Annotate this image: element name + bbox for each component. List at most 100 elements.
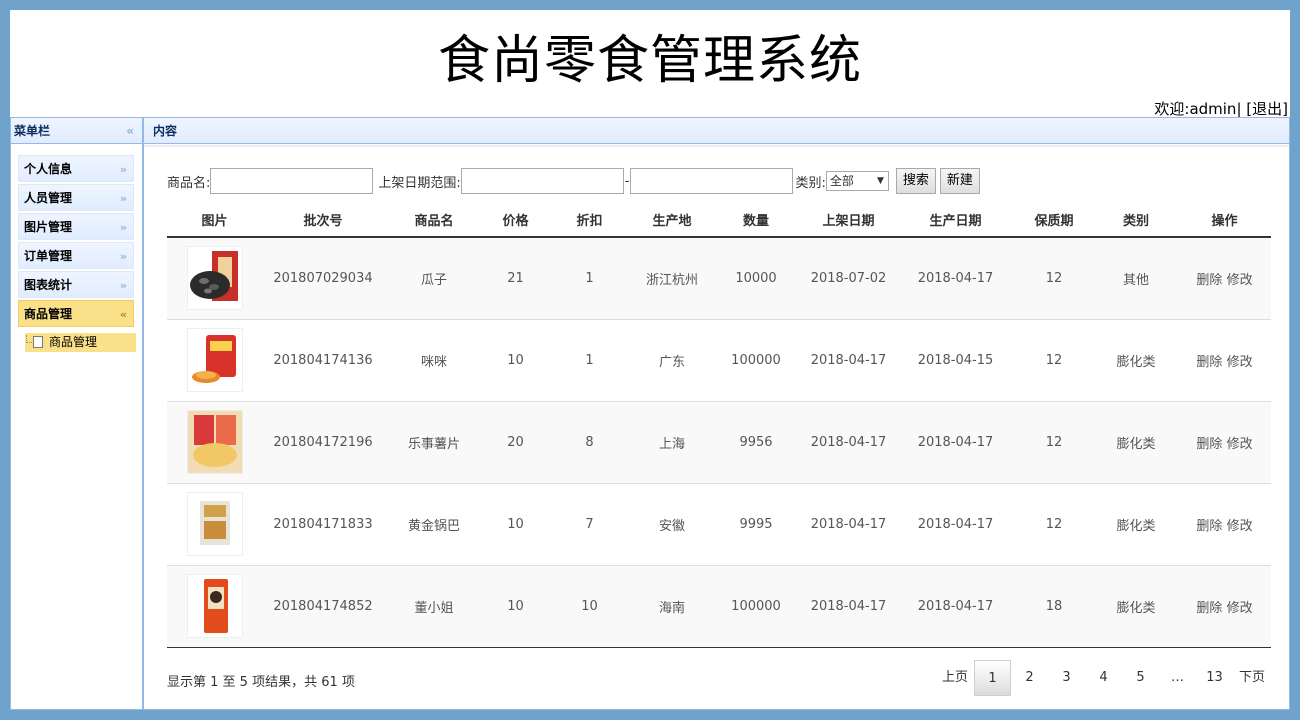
delete-link[interactable]: 删除 <box>1196 437 1222 452</box>
content-header: 内容 <box>144 118 1289 144</box>
delete-link[interactable]: 删除 <box>1196 273 1222 288</box>
category-cell: 膨化类 <box>1094 318 1178 401</box>
next-page-button[interactable]: 下页 <box>1233 660 1271 696</box>
sidebar-item-label: 商品管理 <box>24 307 73 321</box>
chevron-down-icon: » <box>119 221 127 234</box>
table-row: 201804174852 董小姐 10 10 海南 100000 2018-04-17 201… <box>167 564 1271 648</box>
price-cell: 20 <box>484 400 547 483</box>
header: 食尚零食管理系统 欢迎:admin| [退出] <box>10 10 1290 118</box>
sidebar-subitem-label: 商品管理 <box>49 335 98 349</box>
category-select[interactable]: 全部 ▼ <box>825 171 889 191</box>
table-header-row: 图片 批次号 商品名 价格 折扣 生产地 数量 上架日期 生产日期 保质期 类别… <box>167 203 1271 238</box>
quantity-cell: 100000 <box>712 318 800 401</box>
category-cell: 膨化类 <box>1094 482 1178 565</box>
lays-chips-image <box>186 410 243 474</box>
app-title: 食尚零食管理系统 <box>437 31 862 91</box>
sidebar-item-images[interactable]: 图片管理 » <box>18 213 134 240</box>
product-name-cell: 瓜子 <box>384 236 484 319</box>
batch-cell: 201804172196 <box>262 400 384 483</box>
edit-link[interactable]: 修改 <box>1227 273 1253 288</box>
column-header: 数量 <box>712 203 800 238</box>
sidebar-item-label: 订单管理 <box>24 249 73 263</box>
sidebar-item-charts[interactable]: 图表统计 » <box>18 271 134 298</box>
image-cell <box>167 236 262 319</box>
delete-link[interactable]: 删除 <box>1196 355 1222 370</box>
page-button[interactable]: 2 <box>1011 660 1048 696</box>
sidebar-title: 菜单栏 <box>14 124 51 138</box>
content-body: 商品名: 上架日期范围: - 类别: 全部 ▼ 搜索 新建 图片 批次号 商品名 … <box>144 145 1289 709</box>
category-cell: 膨化类 <box>1094 400 1178 483</box>
batch-cell: 201804174852 <box>262 564 384 648</box>
sidebar-item-profile[interactable]: 个人信息 » <box>18 155 134 182</box>
edit-link[interactable]: 修改 <box>1227 519 1253 534</box>
page-button[interactable]: 4 <box>1085 660 1122 696</box>
listed-date-cell: 2018-04-17 <box>800 482 897 565</box>
edit-link[interactable]: 修改 <box>1227 601 1253 616</box>
listed-date-cell: 2018-04-17 <box>800 400 897 483</box>
dong-xiaojie-image <box>186 574 243 638</box>
tree-line-icon <box>26 335 32 343</box>
logout-link[interactable]: [退出] <box>1246 100 1288 118</box>
sidebar-item-products[interactable]: 商品管理 « <box>18 300 134 327</box>
pagination: 上页 1 2 3 4 5 … 13 下页 <box>936 660 1271 696</box>
quantity-cell: 9956 <box>712 400 800 483</box>
product-name-cell: 乐事薯片 <box>384 400 484 483</box>
page-button[interactable]: 1 <box>973 660 1011 696</box>
page-button[interactable]: 3 <box>1048 660 1085 696</box>
image-cell <box>167 400 262 483</box>
app-frame: 食尚零食管理系统 欢迎:admin| [退出] 菜单栏 « 个人信息 » 人员管理… <box>10 10 1290 710</box>
content-title: 内容 <box>153 124 178 138</box>
chevron-down-icon: » <box>119 192 127 205</box>
product-name-input[interactable] <box>210 168 374 194</box>
delete-link[interactable]: 删除 <box>1196 601 1222 616</box>
listed-date-cell: 2018-04-17 <box>800 318 897 401</box>
chevron-down-icon: » <box>119 250 127 263</box>
mimi-snack-image <box>186 328 243 392</box>
result-summary: 显示第 1 至 5 项结果，共 61 项 <box>167 675 355 690</box>
table-row: 201807029034 瓜子 21 1 浙江杭州 10000 2018-07-02 2018… <box>167 236 1271 319</box>
column-header: 折扣 <box>547 203 632 238</box>
actions-cell: 删除 修改 <box>1178 482 1271 565</box>
quantity-cell: 100000 <box>712 564 800 648</box>
dropdown-caret-icon: ▼ <box>876 176 884 186</box>
table-row: 201804174136 咪咪 10 1 广东 100000 2018-04-17 2018-… <box>167 318 1271 401</box>
image-cell <box>167 564 262 648</box>
page-button[interactable]: 5 <box>1122 660 1159 696</box>
origin-cell: 海南 <box>632 564 712 648</box>
discount-cell: 10 <box>547 564 632 648</box>
price-cell: 10 <box>484 564 547 648</box>
batch-cell: 201807029034 <box>262 236 384 319</box>
category-label: 类别: <box>795 175 826 191</box>
sidebar-subitem-products[interactable]: 商品管理 <box>25 333 136 352</box>
product-name-cell: 董小姐 <box>384 564 484 648</box>
actions-cell: 删除 修改 <box>1178 236 1271 319</box>
chevron-down-icon: » <box>119 163 127 176</box>
shelf-life-cell: 12 <box>1014 318 1094 401</box>
product-table: 图片 批次号 商品名 价格 折扣 生产地 数量 上架日期 生产日期 保质期 类别… <box>167 203 1271 648</box>
date-separator: - <box>624 173 630 189</box>
date-start-input[interactable] <box>460 168 624 194</box>
price-cell: 10 <box>484 482 547 565</box>
delete-link[interactable]: 删除 <box>1196 519 1222 534</box>
search-button[interactable]: 搜索 <box>895 168 936 194</box>
date-end-input[interactable] <box>630 168 794 194</box>
column-header: 操作 <box>1178 203 1271 238</box>
table-row: 201804172196 乐事薯片 20 8 上海 9956 2018-04-17 2018-… <box>167 400 1271 483</box>
quantity-cell: 10000 <box>712 236 800 319</box>
page-button[interactable]: 13 <box>1196 660 1233 696</box>
sidebar-item-orders[interactable]: 订单管理 » <box>18 242 134 269</box>
table-footer: 显示第 1 至 5 项结果，共 61 项 上页 1 2 3 4 5 … 13 下… <box>167 659 1271 697</box>
page-ellipsis: … <box>1170 670 1184 685</box>
column-header: 生产地 <box>632 203 712 238</box>
sidebar-item-staff[interactable]: 人员管理 » <box>18 184 134 211</box>
edit-link[interactable]: 修改 <box>1227 437 1253 452</box>
double-chevron-left-icon[interactable]: « <box>126 118 134 144</box>
edit-link[interactable]: 修改 <box>1227 355 1253 370</box>
sidebar-item-label: 图表统计 <box>24 278 73 292</box>
produced-date-cell: 2018-04-17 <box>897 236 1014 319</box>
document-icon <box>33 336 43 348</box>
origin-cell: 上海 <box>632 400 712 483</box>
prev-page-button[interactable]: 上页 <box>936 660 974 696</box>
new-button[interactable]: 新建 <box>939 168 980 194</box>
column-header: 批次号 <box>262 203 384 238</box>
